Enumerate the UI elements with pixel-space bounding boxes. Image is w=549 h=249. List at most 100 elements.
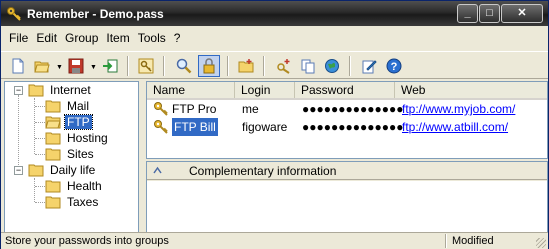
folder-icon — [45, 196, 61, 209]
open-folder-icon — [45, 116, 61, 129]
save-dropdown-arrow[interactable]: ▼ — [90, 64, 97, 71]
chevron-up-icon[interactable] — [153, 166, 162, 175]
save-button[interactable] — [65, 55, 87, 77]
tree-label: Health — [67, 179, 102, 193]
folder-icon — [45, 100, 61, 113]
status-state: Modified — [452, 235, 494, 247]
toolbar-separator — [127, 56, 129, 76]
cell-password: ●●●●●●●●●●●●●● — [302, 120, 404, 134]
save-icon — [68, 58, 84, 74]
app-window: Remember - Demo.pass _ □ ✕ File Edit Gro… — [0, 0, 549, 249]
minimize-button[interactable]: _ — [457, 4, 478, 23]
cell-password: ●●●●●●●●●●●●●● — [302, 102, 404, 116]
column-header-password[interactable]: Password — [295, 82, 395, 98]
new-group-button[interactable] — [235, 55, 257, 77]
status-message: Store your passwords into groups — [5, 235, 169, 247]
key-icon — [138, 58, 154, 74]
tree-group-daily-life[interactable]: Daily life — [28, 162, 97, 178]
folder-icon — [45, 132, 61, 145]
help-button[interactable]: ? — [383, 55, 405, 77]
group-tree[interactable]: − Internet Mail FTP Hosting Sites − Dail… — [4, 81, 139, 249]
title-bar[interactable]: Remember - Demo.pass _ □ ✕ — [1, 1, 548, 26]
tree-label: Sites — [67, 147, 94, 161]
web-button[interactable] — [321, 55, 343, 77]
item-name-selected: FTP Bill — [172, 118, 218, 136]
open-button[interactable] — [31, 55, 53, 77]
tree-item-health[interactable]: Health — [45, 178, 104, 194]
tree-item-sites[interactable]: Sites — [45, 146, 96, 162]
search-icon — [176, 58, 192, 74]
item-list[interactable]: Name Login Password Web FTP Pro me ●●●●●… — [146, 81, 548, 159]
tree-label: Daily life — [50, 163, 96, 177]
tree-line — [35, 106, 45, 107]
tree-item-taxes[interactable]: Taxes — [45, 194, 100, 210]
tree-label: Mail — [67, 99, 90, 113]
tree-line — [18, 95, 19, 175]
tree-label-selected: FTP — [64, 114, 93, 130]
menu-tools[interactable]: Tools — [134, 31, 170, 45]
menu-edit[interactable]: Edit — [32, 31, 61, 45]
new-item-button[interactable] — [273, 55, 295, 77]
table-row[interactable]: FTP Pro me ●●●●●●●●●●●●●● ftp://www.myjo… — [147, 100, 547, 118]
tree-line — [35, 202, 45, 203]
edit-button[interactable] — [358, 55, 380, 77]
tree-line — [34, 178, 35, 202]
help-icon: ? — [386, 58, 402, 74]
maximize-button[interactable]: □ — [479, 4, 500, 23]
open-dropdown-arrow[interactable]: ▼ — [56, 64, 63, 71]
cell-login: figoware — [242, 120, 288, 134]
export-button[interactable] — [99, 55, 121, 77]
column-header-name[interactable]: Name — [147, 82, 235, 98]
tree-label: Taxes — [67, 195, 99, 209]
table-row[interactable]: FTP Bill figoware ●●●●●●●●●●●●●● ftp://w… — [147, 118, 547, 136]
menu-bar: File Edit Group Item Tools ? — [1, 27, 548, 49]
toolbar: ▼ ▼ ? — [1, 51, 548, 79]
cell-web-link[interactable]: ftp://www.atbill.com/ — [402, 118, 547, 136]
new-group-icon — [238, 59, 254, 73]
column-header-login[interactable]: Login — [235, 82, 295, 98]
info-header[interactable]: Complementary information — [147, 162, 547, 180]
toolbar-separator — [349, 56, 351, 76]
key-icon — [154, 102, 168, 116]
new-file-icon — [12, 58, 24, 74]
lock-icon — [203, 58, 215, 74]
folder-icon — [45, 148, 61, 161]
resize-grip[interactable] — [536, 238, 546, 248]
copy-button[interactable] — [297, 55, 319, 77]
column-header-web[interactable]: Web — [395, 82, 547, 98]
cell-name: FTP Bill — [153, 118, 235, 136]
tree-group-internet[interactable]: Internet — [28, 82, 93, 98]
tree-label: Internet — [50, 83, 91, 97]
info-title: Complementary information — [189, 164, 337, 178]
tree-item-ftp[interactable]: FTP — [45, 114, 93, 130]
cell-web-link[interactable]: ftp://www.myjob.com/ — [402, 100, 547, 118]
expand-daily-life-toggle[interactable]: − — [14, 166, 23, 175]
tree-item-mail[interactable]: Mail — [45, 98, 91, 114]
list-header: Name Login Password Web — [147, 82, 547, 100]
close-button[interactable]: ✕ — [501, 4, 543, 23]
menu-help[interactable]: ? — [170, 31, 185, 45]
search-button[interactable] — [173, 55, 195, 77]
svg-text:?: ? — [391, 61, 398, 73]
folder-icon — [45, 180, 61, 193]
tree-item-hosting[interactable]: Hosting — [45, 130, 110, 146]
window-title: Remember - Demo.pass — [27, 7, 164, 21]
expand-internet-toggle[interactable]: − — [14, 86, 23, 95]
edit-icon — [362, 60, 377, 74]
copy-icon — [301, 59, 315, 74]
menu-item[interactable]: Item — [102, 31, 133, 45]
tree-label: Hosting — [67, 131, 108, 145]
open-folder-icon — [34, 61, 50, 73]
key-icon — [154, 120, 168, 134]
key-button[interactable] — [135, 55, 157, 77]
tree-line — [35, 138, 45, 139]
status-divider — [445, 234, 447, 248]
menu-group[interactable]: Group — [61, 31, 102, 45]
toolbar-separator — [227, 56, 229, 76]
status-bar: Store your passwords into groups Modifie… — [1, 232, 548, 249]
menu-file[interactable]: File — [5, 31, 32, 45]
lock-button[interactable] — [198, 55, 220, 77]
new-file-button[interactable] — [7, 55, 29, 77]
web-icon — [325, 59, 339, 73]
key-app-icon — [6, 6, 22, 22]
